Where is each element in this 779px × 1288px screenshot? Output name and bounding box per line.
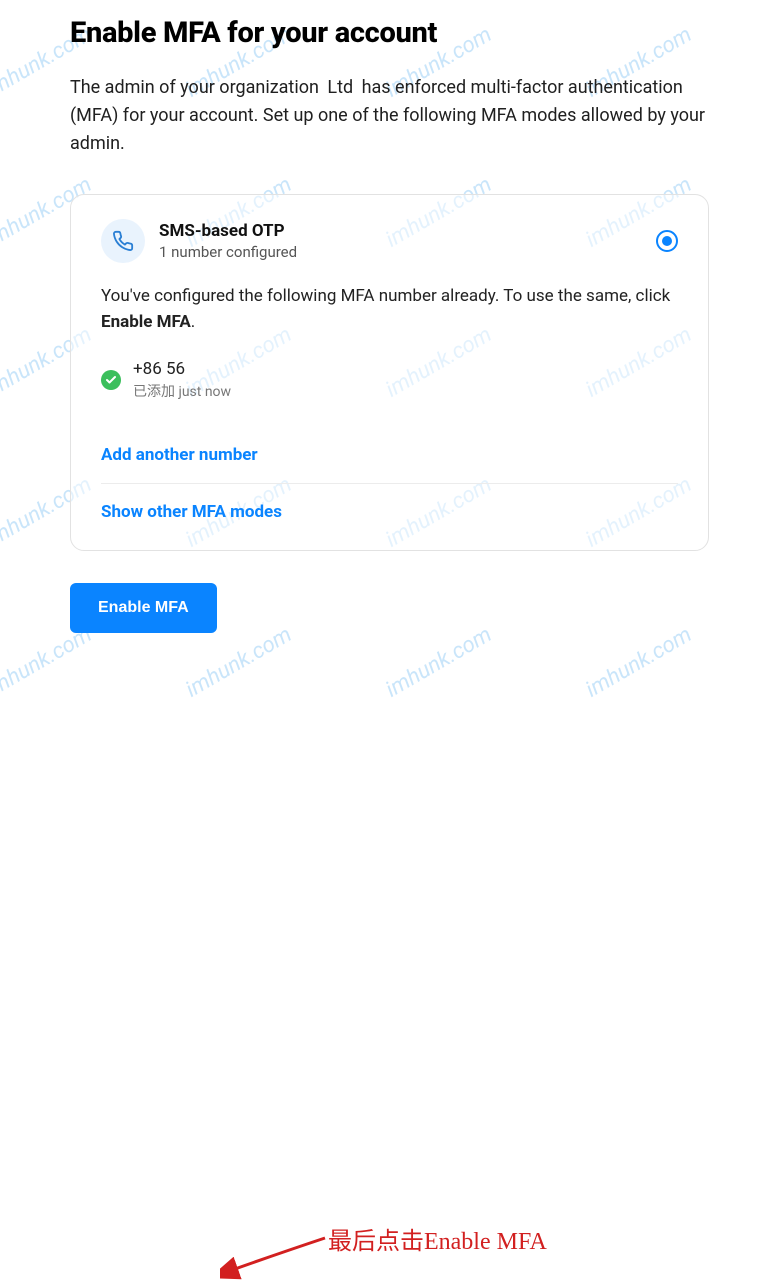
configured-number-row: +86 56 已添加 just now (101, 359, 678, 401)
phone-icon (101, 219, 145, 263)
mode-radio[interactable] (656, 230, 678, 252)
annotation-arrow-icon (220, 1228, 330, 1288)
phone-number-status: 已添加 just now (133, 381, 231, 401)
show-other-modes-link[interactable]: Show other MFA modes (101, 484, 678, 540)
mfa-mode-card: SMS-based OTP 1 number configured You've… (70, 194, 709, 552)
add-another-number-link[interactable]: Add another number (101, 427, 678, 483)
enable-mfa-button[interactable]: Enable MFA (70, 583, 217, 633)
page-description: The admin of your organization Ltd has e… (70, 74, 709, 158)
check-icon (101, 370, 121, 390)
mode-subtitle: 1 number configured (159, 243, 297, 261)
mode-title: SMS-based OTP (159, 221, 297, 241)
phone-number-masked: +86 56 (133, 359, 231, 379)
mode-info-text: You've configured the following MFA numb… (101, 283, 678, 336)
org-name-masked: Ltd (323, 77, 357, 98)
annotation-text: 最后点击Enable MFA (328, 1221, 547, 1256)
page-title: Enable MFA for your account (70, 16, 709, 50)
